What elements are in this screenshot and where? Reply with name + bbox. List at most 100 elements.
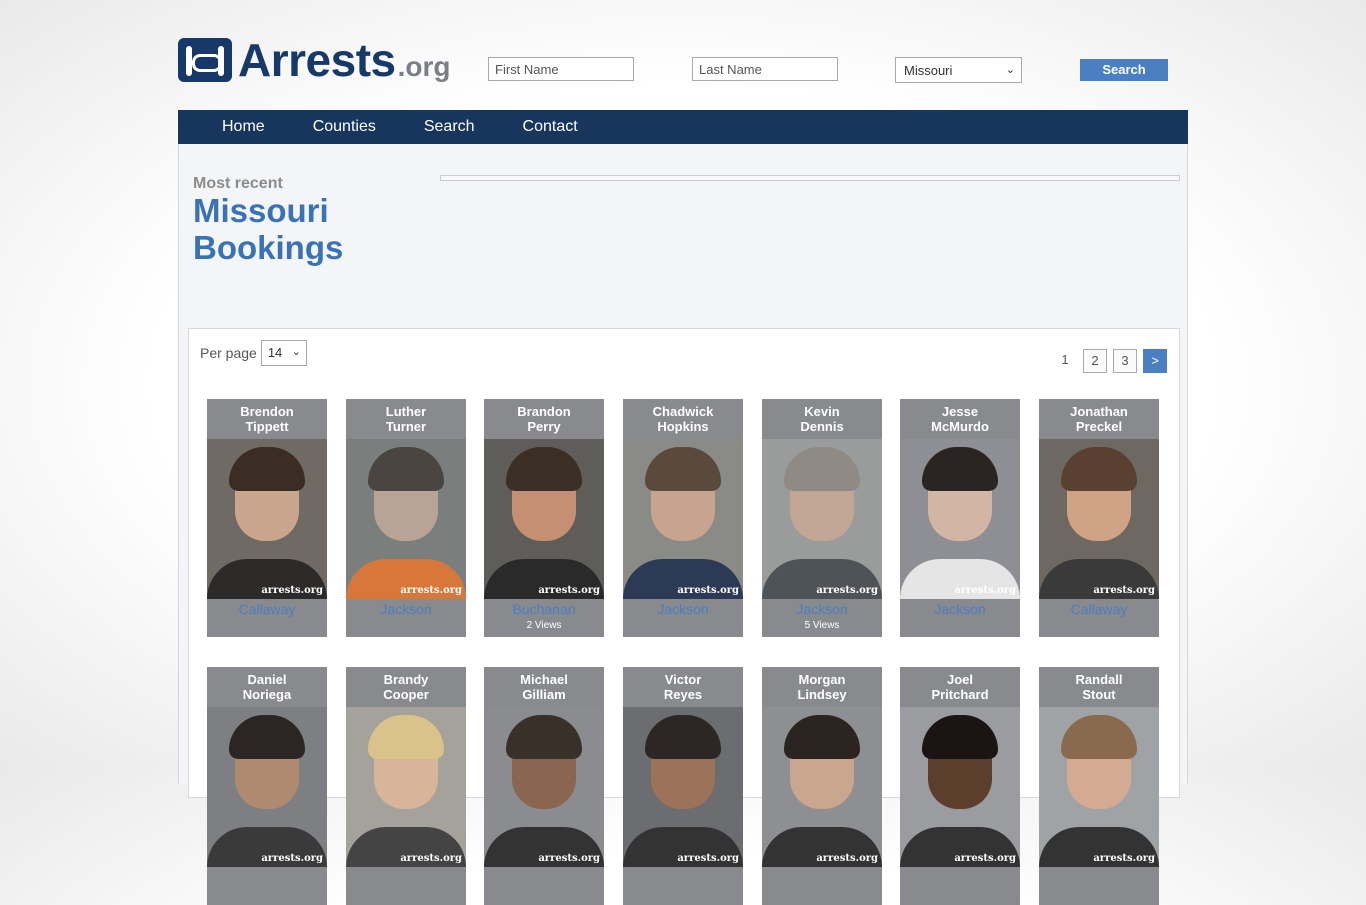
bookings-panel: Per page 14 ⌄ 1 2 3 > Brendon Tippett arre… — [188, 328, 1180, 905]
booking-name[interactable]: Luther Turner — [346, 399, 466, 439]
mugshot-photo[interactable]: arrests.org — [900, 707, 1020, 867]
mugshot-hair — [784, 447, 860, 491]
mugshot-photo[interactable]: arrests.org — [346, 707, 466, 867]
nav-contact[interactable]: Contact — [499, 110, 602, 144]
mugshot-hair — [368, 715, 444, 759]
logo-tld: .org — [397, 51, 451, 82]
watermark-label: arrests.org — [816, 585, 878, 596]
booking-card[interactable]: Kevin Dennis arrests.org Jackson 5 Views — [762, 399, 882, 637]
mugshot-photo[interactable]: arrests.org — [623, 439, 743, 599]
mugshot-photo[interactable]: arrests.org — [623, 707, 743, 867]
booking-card[interactable]: Joel Pritchard arrests.org — [900, 667, 1020, 905]
booking-last-name: Dennis — [800, 419, 844, 434]
watermark-label: arrests.org — [677, 585, 739, 596]
booking-card[interactable]: Brendon Tippett arrests.org Callaway — [207, 399, 327, 637]
booking-last-name: Cooper — [383, 687, 429, 702]
booking-name[interactable]: Victor Reyes — [623, 667, 743, 707]
booking-county-link[interactable]: Jackson — [346, 599, 466, 619]
site-logo[interactable]: Arrests .org — [178, 36, 451, 83]
watermark-label: arrests.org — [1093, 585, 1155, 596]
page-link-3[interactable]: 3 — [1113, 349, 1137, 373]
page-title-line2: Bookings — [193, 229, 344, 266]
booking-county-link[interactable]: Buchanan — [484, 599, 604, 619]
booking-card[interactable]: Jesse McMurdo arrests.org Jackson — [900, 399, 1020, 637]
booking-card[interactable]: Michael Gilliam arrests.org — [484, 667, 604, 905]
state-select[interactable]: Missouri ⌄ — [895, 57, 1022, 83]
booking-name[interactable]: Brendon Tippett — [207, 399, 327, 439]
booking-county-link[interactable]: Callaway — [1039, 599, 1159, 619]
nav-counties[interactable]: Counties — [289, 110, 400, 144]
site-header: Arrests .org First Name Last Name Missou… — [178, 30, 1188, 90]
booking-last-name: Noriega — [242, 687, 292, 702]
watermark-label: arrests.org — [677, 853, 739, 864]
page-kicker: Most recent — [193, 175, 283, 192]
booking-card[interactable]: Randall Stout arrests.org — [1039, 667, 1159, 905]
booking-first-name: Brandon — [517, 404, 571, 419]
booking-county-link[interactable]: Jackson — [900, 599, 1020, 619]
watermark-label: arrests.org — [400, 585, 462, 596]
booking-views: 2 Views — [526, 620, 562, 631]
booking-name[interactable]: Daniel Noriega — [207, 667, 327, 707]
search-button[interactable]: Search — [1080, 59, 1168, 81]
booking-name[interactable]: Brandon Perry — [484, 399, 604, 439]
page-current: 1 — [1061, 352, 1069, 367]
mugshot-photo[interactable]: arrests.org — [1039, 439, 1159, 599]
per-page-label: Per page — [200, 345, 257, 361]
watermark-label: arrests.org — [538, 853, 600, 864]
mugshot-photo[interactable]: arrests.org — [207, 439, 327, 599]
booking-name[interactable]: Morgan Lindsey — [762, 667, 882, 707]
booking-name[interactable]: Joel Pritchard — [900, 667, 1020, 707]
watermark-label: arrests.org — [400, 853, 462, 864]
booking-card[interactable]: Morgan Lindsey arrests.org — [762, 667, 882, 905]
booking-first-name: Morgan — [798, 672, 846, 687]
booking-county-link[interactable]: Callaway — [207, 599, 327, 619]
booking-card[interactable]: Chadwick Hopkins arrests.org Jackson — [623, 399, 743, 637]
booking-card[interactable]: Brandon Perry arrests.org Buchanan 2 Views — [484, 399, 604, 637]
mugshot-photo[interactable]: arrests.org — [1039, 707, 1159, 867]
chevron-down-icon: ⌄ — [291, 346, 301, 358]
mugshot-photo[interactable]: arrests.org — [762, 707, 882, 867]
watermark-label: arrests.org — [954, 853, 1016, 864]
first-name-input[interactable]: First Name — [488, 57, 634, 81]
per-page-select[interactable]: 14 ⌄ — [260, 340, 307, 366]
mugshot-photo[interactable]: arrests.org — [207, 707, 327, 867]
nav-search[interactable]: Search — [400, 110, 499, 144]
booking-card[interactable]: Luther Turner arrests.org Jackson — [346, 399, 466, 637]
booking-first-name: Michael — [520, 672, 568, 687]
booking-name[interactable]: Randall Stout — [1039, 667, 1159, 707]
mugshot-photo[interactable]: arrests.org — [484, 439, 604, 599]
booking-card[interactable]: Jonathan Preckel arrests.org Callaway — [1039, 399, 1159, 637]
booking-county-link[interactable]: Jackson — [762, 599, 882, 619]
booking-name[interactable]: Jonathan Preckel — [1039, 399, 1159, 439]
watermark-label: arrests.org — [538, 585, 600, 596]
mugshot-photo[interactable]: arrests.org — [346, 439, 466, 599]
booking-name[interactable]: Brandy Cooper — [346, 667, 466, 707]
last-name-input[interactable]: Last Name — [692, 57, 838, 81]
booking-name[interactable]: Chadwick Hopkins — [623, 399, 743, 439]
booking-first-name: Joel — [946, 672, 973, 687]
booking-name[interactable]: Kevin Dennis — [762, 399, 882, 439]
watermark-label: arrests.org — [1093, 853, 1155, 864]
booking-card[interactable]: Daniel Noriega arrests.org — [207, 667, 327, 905]
mugshot-hair — [645, 447, 721, 491]
booking-name[interactable]: Jesse McMurdo — [900, 399, 1020, 439]
watermark-label: arrests.org — [816, 853, 878, 864]
handcuffs-icon — [178, 38, 232, 82]
mugshot-photo[interactable]: arrests.org — [900, 439, 1020, 599]
booking-last-name: Hopkins — [657, 419, 709, 434]
mugshot-photo[interactable]: arrests.org — [762, 439, 882, 599]
booking-card[interactable]: Victor Reyes arrests.org — [623, 667, 743, 905]
nav-home[interactable]: Home — [178, 110, 289, 144]
booking-card[interactable]: Brandy Cooper arrests.org — [346, 667, 466, 905]
next-page-button[interactable]: > — [1143, 349, 1167, 373]
booking-first-name: Victor — [664, 672, 702, 687]
mugshot-hair — [784, 715, 860, 759]
page-link-2[interactable]: 2 — [1083, 349, 1107, 373]
booking-name[interactable]: Michael Gilliam — [484, 667, 604, 707]
booking-first-name: Luther — [385, 404, 427, 419]
booking-county-link[interactable]: Jackson — [623, 599, 743, 619]
booking-last-name: Stout — [1082, 687, 1116, 702]
mugshot-hair — [368, 447, 444, 491]
page-title: Missouri Bookings — [193, 192, 343, 266]
mugshot-photo[interactable]: arrests.org — [484, 707, 604, 867]
